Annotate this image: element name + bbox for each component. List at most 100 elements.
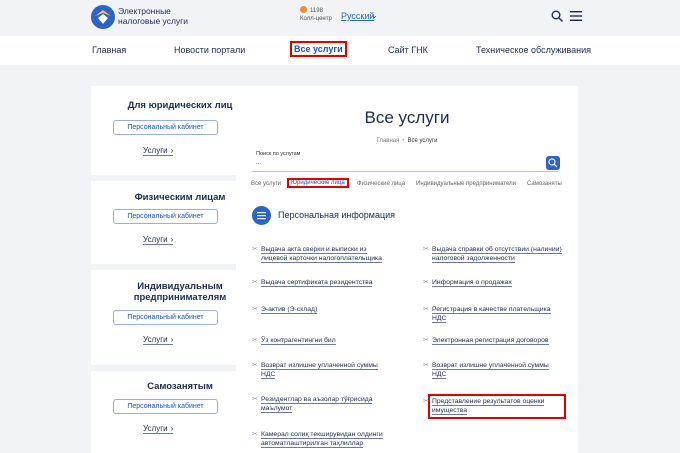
- paperclip-icon: ✂: [252, 396, 258, 403]
- chevron-down-icon[interactable]: ⌄: [371, 11, 378, 20]
- tab-individuals[interactable]: Физические лица: [357, 181, 405, 187]
- paperclip-icon: ✂: [423, 306, 429, 313]
- services-link-label: Услуги: [143, 235, 168, 244]
- service-line: Возврат излишне уплаченной суммы: [261, 362, 378, 370]
- service-line: налоговой задолженности: [432, 254, 515, 263]
- brand-line-1: Электронные: [118, 6, 171, 16]
- brand-line-2: налоговые услуги: [118, 16, 189, 26]
- breadcrumb-home[interactable]: Главная: [377, 138, 400, 144]
- paperclip-icon: ✂: [252, 279, 258, 286]
- paperclip-icon: ✂: [252, 431, 258, 438]
- nav-item-all-services[interactable]: Все услуги: [290, 41, 347, 57]
- service-line: Электронная регистрация договоров: [432, 337, 549, 345]
- nav-item-news[interactable]: Новости портали: [174, 45, 245, 55]
- personal-cabinet-button[interactable]: Персональный кабинет: [113, 120, 218, 135]
- list-icon: [252, 206, 271, 225]
- service-line: лицевой карточки налогоплательщика: [261, 254, 382, 263]
- service-line: Камерал солиқ текширувидан олдинги: [261, 431, 383, 439]
- nav-item-home[interactable]: Главная: [92, 45, 126, 55]
- service-line: Регистрация в качестве плательщика: [432, 306, 551, 314]
- chevron-right-icon: ›: [170, 146, 174, 155]
- service-line: Возврат излишне уплаченной суммы: [432, 362, 549, 370]
- service-link[interactable]: ✂ Электронная регистрация договоров: [423, 337, 577, 346]
- search-icon[interactable]: [551, 10, 563, 22]
- nav-item-maintenance[interactable]: Техническое обслуживания: [476, 45, 591, 55]
- paperclip-icon: ✂: [423, 398, 429, 405]
- search-icon: [548, 158, 558, 168]
- paperclip-icon: ✂: [252, 306, 258, 313]
- page-title: Все услуги: [364, 108, 450, 127]
- call-center[interactable]: 1198 Колл-центр: [300, 7, 332, 23]
- chevron-right-icon: ›: [170, 335, 174, 344]
- logo-icon[interactable]: [90, 4, 116, 30]
- chevron-right-icon: ›: [170, 235, 174, 244]
- services-link-label: Услуги: [143, 146, 168, 155]
- breadcrumb-separator: •: [402, 138, 405, 144]
- service-link[interactable]: ✂ Выдача справки об отсутствии (наличии)…: [423, 246, 577, 263]
- paperclip-icon: ✂: [252, 362, 258, 369]
- personal-cabinet-button[interactable]: Персональный кабинет: [113, 209, 218, 224]
- paperclip-icon: ✂: [423, 279, 429, 286]
- service-link[interactable]: ✂ Регистрация в качестве плательщика НДС: [423, 306, 577, 323]
- search-value: ...: [256, 160, 262, 166]
- services-link[interactable]: Услуги ›: [143, 146, 174, 156]
- paperclip-icon: ✂: [423, 246, 429, 253]
- service-line: маълумот: [261, 404, 293, 413]
- category-tabs: Все услуги Юридические лица Физические л…: [251, 178, 571, 192]
- service-link[interactable]: ✂ Ўз контрагентингни бил: [252, 337, 421, 346]
- tab-legal-entities[interactable]: Юридические лица: [287, 178, 349, 188]
- service-link[interactable]: ✂ Информация о продажах: [423, 279, 577, 288]
- paperclip-icon: ✂: [252, 246, 258, 253]
- search-label: Поиск по услугам: [256, 151, 301, 157]
- paperclip-icon: ✂: [423, 337, 429, 344]
- personal-cabinet-button[interactable]: Персональный кабинет: [113, 310, 218, 325]
- service-link[interactable]: ✂ Э-актив (Э-склад): [252, 306, 421, 315]
- service-line: Э-актив (Э-склад): [261, 306, 318, 314]
- brand-name[interactable]: Электронные налоговые услуги: [118, 6, 218, 26]
- service-link[interactable]: ✂ Камерал солиқ текширувидан олдинги авт…: [252, 431, 421, 448]
- nav-item-gnk-site[interactable]: Сайт ГНК: [388, 45, 428, 55]
- service-line: Выдача сертификата резидентства: [261, 279, 373, 287]
- service-line: НДС: [432, 370, 447, 379]
- call-number: 1198: [310, 8, 323, 14]
- service-line: Выдача справки об отсутствии (наличии): [432, 246, 562, 254]
- service-line: автоматлаштирилган таҳлиллар: [261, 439, 364, 448]
- services-link[interactable]: Услуги ›: [143, 335, 174, 345]
- service-line: имущества: [432, 406, 468, 415]
- service-line: Представление результатов оценки: [432, 398, 545, 406]
- paperclip-icon: ✂: [423, 362, 429, 369]
- tab-all-services[interactable]: Все услуги: [251, 181, 281, 187]
- search-input[interactable]: Поиск по услугам ...: [252, 151, 558, 172]
- section-title: Персональная информация: [278, 210, 396, 220]
- service-line: НДС: [261, 370, 276, 379]
- header: Электронные налоговые услуги 1198 Колл-ц…: [0, 0, 680, 36]
- tab-self-employed[interactable]: Самозаняты: [527, 181, 562, 187]
- hamburger-menu-icon[interactable]: [570, 11, 582, 21]
- service-link[interactable]: ✂ Резидентлар ва аъзолар тўғрисида маълу…: [252, 396, 421, 413]
- paperclip-icon: ✂: [252, 337, 258, 344]
- service-line: НДС: [432, 314, 447, 323]
- services-link[interactable]: Услуги ›: [143, 424, 174, 434]
- main-nav: Главная Новости портали Все услуги Сайт …: [0, 36, 680, 65]
- personal-cabinet-button[interactable]: Персональный кабинет: [113, 399, 218, 414]
- service-link[interactable]: ✂ Возврат излишне уплаченной суммы НДС: [252, 362, 421, 379]
- service-line: Выдача акта сверки и выписки из: [261, 246, 367, 254]
- service-line: Информация о продажах: [432, 279, 512, 287]
- call-label: Колл-центр: [300, 16, 332, 22]
- breadcrumb-current: Все услуги: [407, 138, 438, 144]
- service-line: Ўз контрагентингни бил: [261, 337, 336, 345]
- service-link[interactable]: ✂ Выдача сертификата резидентства: [252, 279, 421, 288]
- service-line: Резидентлар ва аъзолар тўғрисида: [261, 396, 373, 404]
- service-link[interactable]: ✂ Выдача акта сверки и выписки из лицево…: [252, 246, 421, 263]
- chevron-right-icon: ›: [170, 424, 174, 433]
- language-select[interactable]: Русский: [341, 11, 374, 21]
- service-link-property-valuation[interactable]: ✂ Представление результатов оценки имуще…: [423, 394, 566, 419]
- services-panel: Все услуги Главная • Все услуги Поиск по у…: [236, 86, 578, 453]
- services-link[interactable]: Услуги ›: [143, 235, 174, 245]
- tab-entrepreneurs[interactable]: Индивидуальные предприниматели: [416, 181, 516, 187]
- services-link-label: Услуги: [143, 335, 168, 344]
- search-button[interactable]: [546, 156, 560, 170]
- breadcrumb: Главная • Все услуги: [236, 138, 578, 144]
- services-link-label: Услуги: [143, 424, 168, 433]
- service-link[interactable]: ✂ Возврат излишне уплаченной суммы НДС: [423, 362, 577, 379]
